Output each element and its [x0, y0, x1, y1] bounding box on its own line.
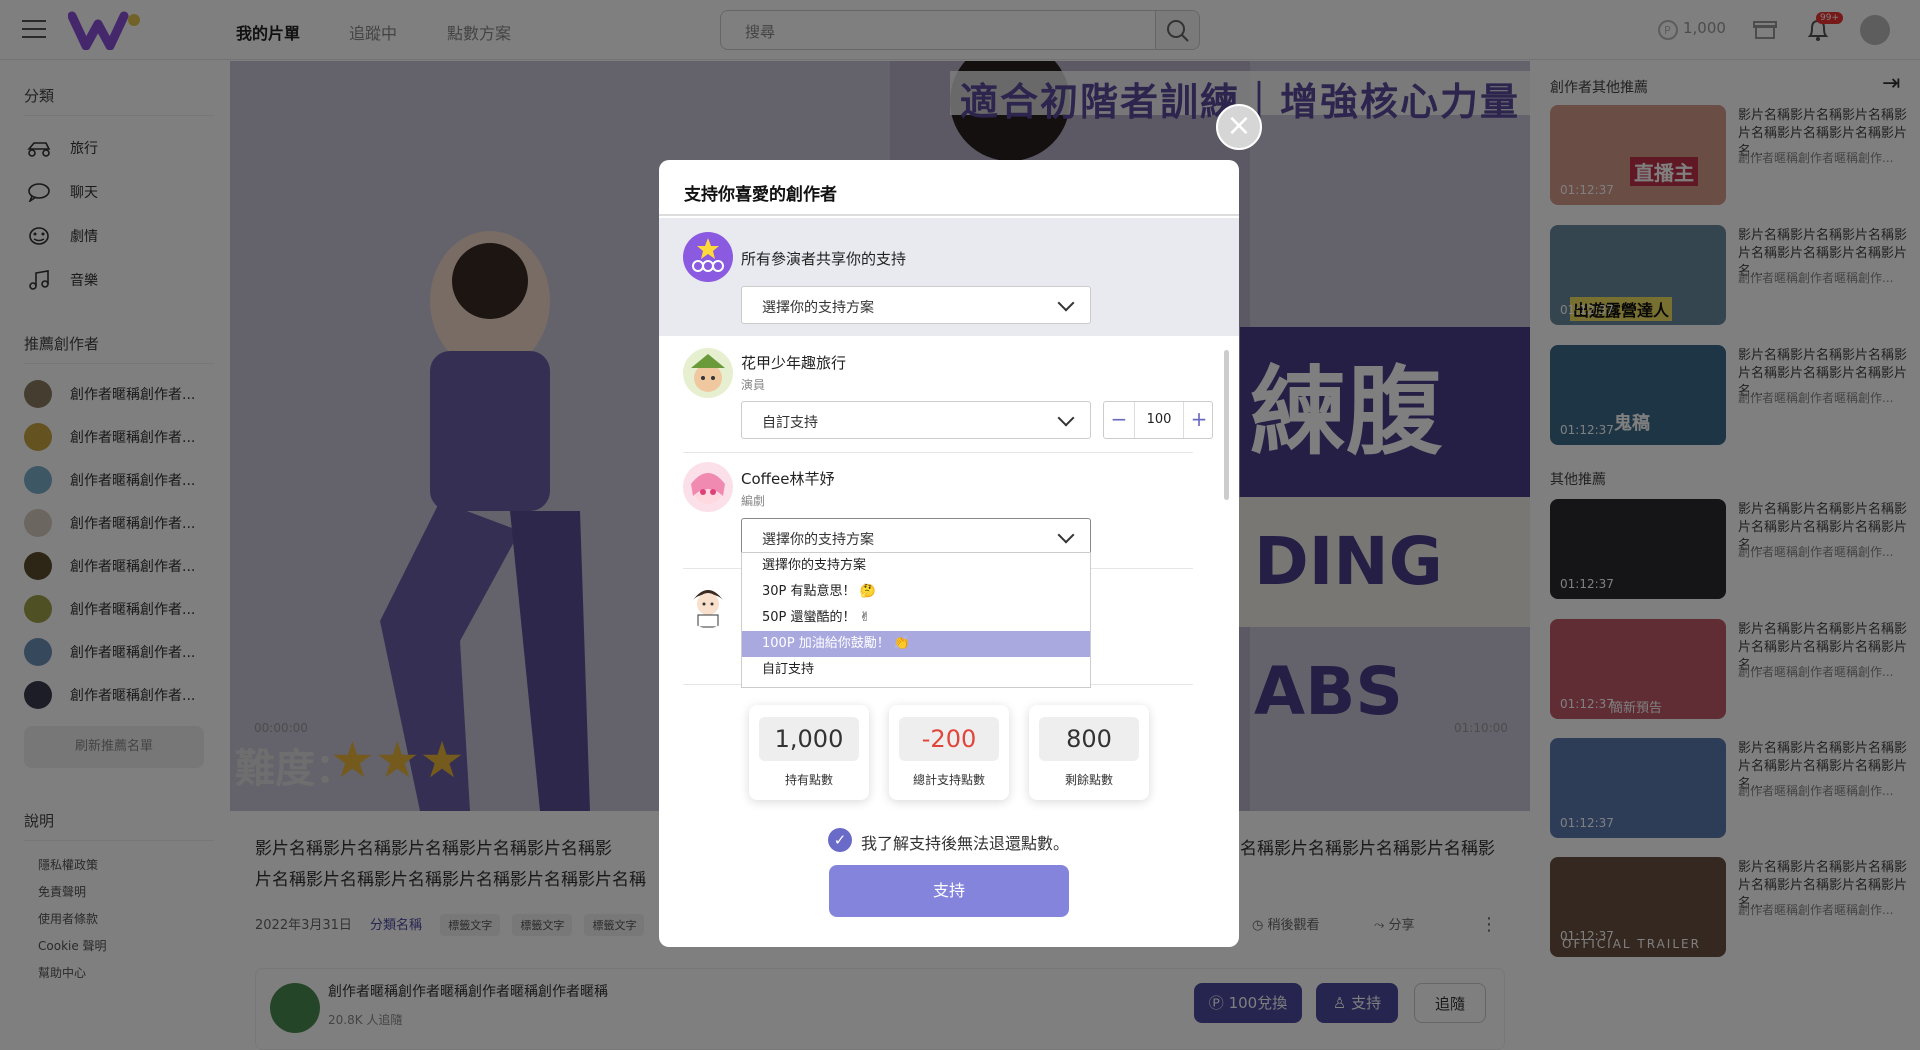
amount-value[interactable]: 100 [1134, 402, 1184, 438]
avatar [683, 462, 733, 512]
dropdown-option[interactable]: 自訂支持 [742, 657, 1090, 683]
performer-role: 演員 [741, 378, 766, 392]
support-dialog: 支持你喜愛的創作者 所有參演者共享你的支持 選擇你的支持方案 花甲少年趣旅行 演… [659, 160, 1239, 947]
plan-dropdown-list: 選擇你的支持方案 30P 有點意思！ 🤔 50P 還蠻酷的！ ✌ 100P 加油… [741, 552, 1091, 688]
amount-stepper[interactable]: − 100 + [1103, 401, 1213, 439]
performer-role: 編劇 [741, 494, 766, 508]
held-points-card: 1,000 持有點數 [749, 705, 869, 800]
held-points-value: 1,000 [759, 717, 859, 761]
shared-support-label: 所有參演者共享你的支持 [741, 250, 907, 268]
scrollbar[interactable] [1224, 350, 1229, 500]
agree-label[interactable]: 我了解支持後無法退還點數。 [861, 830, 1069, 854]
chevron-down-icon [1057, 526, 1075, 544]
submit-support-button[interactable]: 支持 [829, 865, 1069, 917]
total-support-card: -200 總計支持點數 [889, 705, 1009, 800]
held-points-label: 持有點數 [784, 773, 833, 787]
dropdown-option-highlighted[interactable]: 100P 加油給你鼓勵！ 👏 [742, 631, 1090, 657]
dialog-title: 支持你喜愛的創作者 [659, 160, 1239, 216]
minus-button[interactable]: − [1104, 402, 1134, 438]
select-value: 選擇你的支持方案 [762, 300, 874, 316]
shared-plan-select[interactable]: 選擇你的支持方案 [741, 286, 1091, 324]
remaining-points-card: 800 剩餘點數 [1029, 705, 1149, 800]
total-support-label: 總計支持點數 [912, 773, 985, 787]
shared-support-section: 所有參演者共享你的支持 選擇你的支持方案 [659, 218, 1239, 336]
performer-name: Coffee林芊妤 [741, 470, 835, 488]
select-value: 選擇你的支持方案 [762, 532, 874, 548]
agree-checkbox[interactable]: ✓ [828, 828, 852, 852]
performer-plan-select[interactable]: 自訂支持 [741, 401, 1091, 439]
chevron-down-icon [1057, 409, 1075, 427]
dropdown-option[interactable]: 50P 還蠻酷的！ ✌ [742, 605, 1090, 631]
avatar [683, 348, 733, 398]
close-icon[interactable]: × [1216, 104, 1262, 150]
avatar [683, 578, 733, 628]
performer-name: 花甲少年趣旅行 [741, 354, 847, 372]
total-support-value: -200 [899, 717, 999, 761]
plus-button[interactable]: + [1184, 402, 1214, 438]
remaining-points-label: 剩餘點數 [1064, 773, 1113, 787]
select-value: 自訂支持 [762, 415, 818, 431]
divider [683, 452, 1193, 453]
remaining-points-value: 800 [1039, 717, 1139, 761]
performer-plan-select[interactable]: 選擇你的支持方案 [741, 518, 1091, 556]
dropdown-option[interactable]: 30P 有點意思！ 🤔 [742, 579, 1090, 605]
dropdown-option[interactable]: 選擇你的支持方案 [742, 553, 1090, 579]
chevron-down-icon [1057, 294, 1075, 312]
group-icon [683, 232, 733, 282]
